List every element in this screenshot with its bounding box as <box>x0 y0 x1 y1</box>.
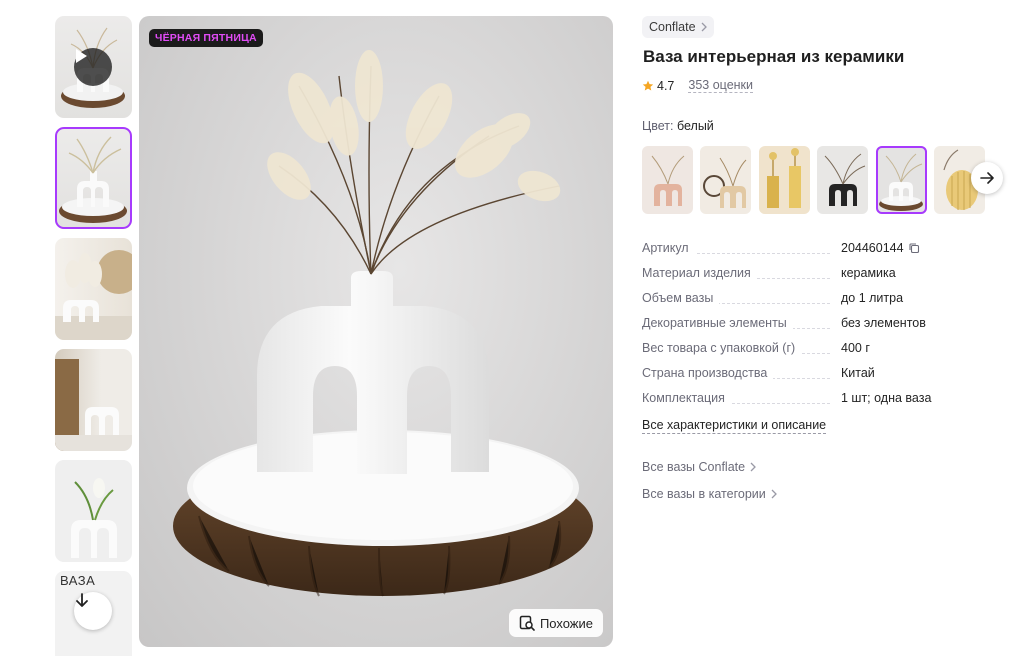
thumbnail-3[interactable] <box>55 238 132 340</box>
brand-name: Conflate <box>649 20 696 34</box>
rating-value: 4.7 <box>657 78 675 93</box>
spec-row: Комплектация 1 шт; одна ваза <box>642 390 1012 415</box>
scroll-down-button[interactable] <box>74 592 112 630</box>
vase-photo <box>173 50 593 597</box>
play-video-button[interactable] <box>74 48 112 86</box>
similar-button-label: Похожие <box>539 615 593 631</box>
play-icon <box>76 49 87 63</box>
chevron-right-icon <box>701 22 707 32</box>
spec-name: Комплектация <box>642 391 731 405</box>
spec-name: Страна производства <box>642 366 774 380</box>
similar-button[interactable]: Похожие <box>508 609 603 637</box>
arrow-right-icon <box>980 172 994 184</box>
spec-value: до 1 литра <box>841 291 904 305</box>
variant-black[interactable] <box>817 146 868 214</box>
all-category-vases-link[interactable]: Все вазы в категории <box>642 487 777 501</box>
product-title: Ваза интерьерная из керамики <box>643 47 905 66</box>
brand-chip[interactable]: Conflate <box>642 16 714 38</box>
main-product-image[interactable]: ЧЁРНАЯ ПЯТНИЦА Похожие <box>139 16 613 647</box>
spec-row: Вес товара с упаковкой (г) 400 г <box>642 340 1012 365</box>
reviews-link[interactable]: 353 оценки <box>688 78 753 93</box>
variant-white-selected[interactable] <box>876 146 927 214</box>
thumbnail-6[interactable]: ВАЗА <box>55 571 132 656</box>
specs-list: Артикул 204460144 Материал изделия керам… <box>642 240 1012 415</box>
spec-name: Материал изделия <box>642 266 757 280</box>
all-specs-link[interactable]: Все характеристики и описание <box>642 418 827 434</box>
article-value: 204460144 <box>841 241 920 255</box>
spec-value: Китай <box>841 366 875 380</box>
spec-name: Артикул <box>642 241 695 255</box>
search-similar-icon <box>519 615 535 631</box>
spec-value: 1 шт; одна ваза <box>841 391 932 405</box>
spec-row: Материал изделия керамика <box>642 265 1012 290</box>
thumbnail-video[interactable] <box>55 16 132 118</box>
chevron-right-icon <box>771 489 777 499</box>
spec-value: 400 г <box>841 341 870 355</box>
color-variants <box>642 146 987 214</box>
spec-name: Объем вазы <box>642 291 720 305</box>
spec-value: керамика <box>841 266 896 280</box>
color-value: белый <box>676 119 714 133</box>
variant-beige[interactable] <box>700 146 751 214</box>
chevron-right-icon <box>750 462 756 472</box>
thumbnail-4[interactable] <box>55 349 132 451</box>
thumbnail-selected[interactable] <box>55 127 132 229</box>
thumbnail-text: ВАЗА <box>60 573 96 588</box>
thumbnail-gallery: ВАЗА <box>55 16 132 656</box>
variant-gold[interactable] <box>759 146 810 214</box>
color-label: Цвет: белый <box>642 119 714 133</box>
variant-pink[interactable] <box>642 146 693 214</box>
promo-badge: ЧЁРНАЯ ПЯТНИЦА <box>149 29 263 47</box>
spec-name: Вес товара с упаковкой (г) <box>642 341 802 355</box>
rating-block: 4.7 353 оценки <box>642 78 753 93</box>
spec-name: Декоративные элементы <box>642 316 793 330</box>
all-brand-vases-link[interactable]: Все вазы Conflate <box>642 460 756 474</box>
arrow-down-icon <box>76 593 88 607</box>
variants-next-button[interactable] <box>971 162 1003 194</box>
spec-row: Объем вазы до 1 литра <box>642 290 1012 315</box>
star-icon <box>642 80 654 90</box>
spec-row: Страна производства Китай <box>642 365 1012 390</box>
spec-row: Артикул 204460144 <box>642 240 1012 265</box>
spec-value: без элементов <box>841 316 926 330</box>
spec-row: Декоративные элементы без элементов <box>642 315 1012 340</box>
copy-icon[interactable] <box>908 242 920 254</box>
thumbnail-5[interactable] <box>55 460 132 562</box>
